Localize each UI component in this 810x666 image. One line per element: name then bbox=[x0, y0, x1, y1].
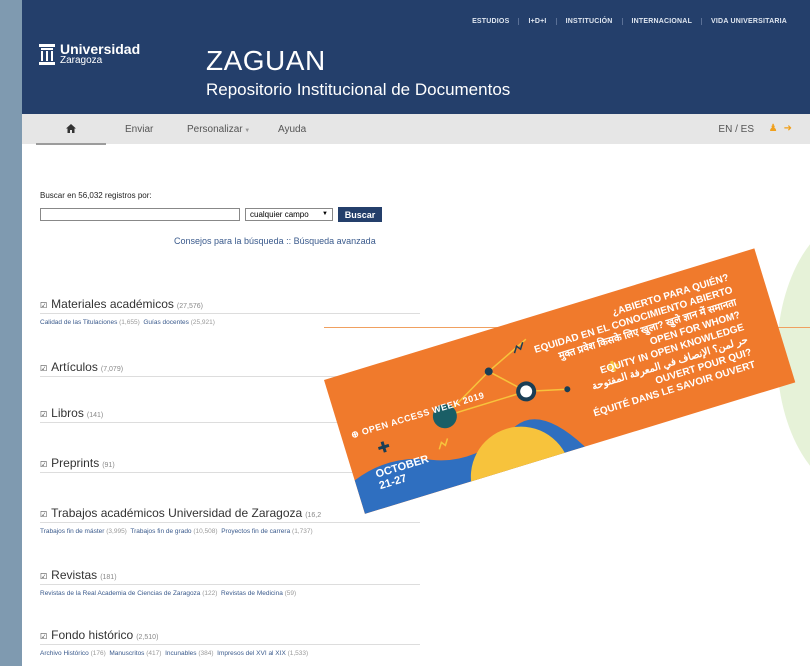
menu-personalize-label: Personalizar bbox=[187, 124, 243, 135]
subcollection-link[interactable]: Incunables bbox=[165, 650, 196, 657]
collection-revistas: ☑ Revistas (181) Revistas de la Real Acade… bbox=[40, 568, 420, 597]
menu-submit[interactable]: Enviar bbox=[125, 124, 153, 135]
topnav-vida-universitaria[interactable]: VIDA UNIVERSITARIA bbox=[701, 18, 796, 25]
site-subtitle: Repositorio Institucional de Documentos bbox=[206, 80, 511, 99]
advanced-search-link[interactable]: Búsqueda avanzada bbox=[294, 236, 376, 246]
search-links-separator: :: bbox=[286, 236, 292, 246]
search-input[interactable] bbox=[40, 208, 240, 221]
collection-title[interactable]: Artículos bbox=[51, 360, 98, 374]
subcollection-count: (10,508) bbox=[193, 528, 218, 535]
search-field-select[interactable]: cualquier campo ▼ bbox=[245, 208, 333, 221]
checkbox-icon[interactable]: ☑ bbox=[40, 510, 47, 519]
subcollection-link[interactable]: Calidad de las Titulaciones bbox=[40, 319, 117, 326]
chevron-down-icon: ▼ bbox=[242, 128, 251, 134]
search-tips-link[interactable]: Consejos para la búsqueda bbox=[174, 236, 284, 246]
topnav-institucion[interactable]: INSTITUCIÓN bbox=[555, 18, 622, 25]
logo-name: Universidad bbox=[60, 41, 141, 57]
subcollection-link[interactable]: Trabajos fin de grado bbox=[130, 528, 191, 535]
subcollection-count: (1,737) bbox=[292, 528, 313, 535]
home-icon bbox=[66, 124, 76, 133]
menu-help[interactable]: Ayuda bbox=[278, 124, 306, 135]
subcollection-link[interactable]: Proyectos fin de carrera bbox=[221, 528, 290, 535]
subcollection-count: (59) bbox=[284, 590, 297, 597]
university-logo[interactable]: Universidad Zaragoza bbox=[39, 41, 141, 66]
site-title[interactable]: ZAGUAN bbox=[206, 45, 326, 77]
collection-fondo-historico: ☑ Fondo histórico (2,510) Archivo Históric… bbox=[40, 628, 420, 657]
subcollection-link[interactable]: Archivo Histórico bbox=[40, 650, 89, 657]
login-icon[interactable]: ➜ bbox=[784, 123, 792, 134]
home-tab[interactable] bbox=[36, 114, 106, 145]
subcollection-count: (417) bbox=[146, 650, 162, 657]
subcollection-count: (176) bbox=[90, 650, 106, 657]
collection-count: (2,510) bbox=[136, 634, 159, 641]
checkbox-icon[interactable]: ☑ bbox=[40, 460, 47, 469]
subcollection-link[interactable]: Manuscritos bbox=[109, 650, 144, 657]
site-header: ESTUDIOS I+D+I INSTITUCIÓN INTERNACIONAL… bbox=[22, 0, 810, 114]
collection-count: (181) bbox=[100, 574, 117, 581]
subcollection-link[interactable]: Revistas de Medicina bbox=[221, 590, 283, 597]
subcollection-link[interactable]: Revistas de la Real Academia de Ciencias… bbox=[40, 590, 200, 597]
collection-title[interactable]: Libros bbox=[51, 406, 84, 420]
collection-count: (27,576) bbox=[176, 303, 203, 310]
user-icon[interactable]: ♟ bbox=[769, 123, 778, 134]
collection-count: (141) bbox=[86, 412, 104, 419]
subcollection-count: (1,533) bbox=[287, 650, 309, 657]
collection-title[interactable]: Fondo histórico bbox=[51, 628, 133, 642]
collection-materiales: ☑ Materiales académicos (27,576) Calidad d… bbox=[40, 297, 420, 326]
collection-count: (16,2 bbox=[305, 512, 322, 519]
subcollection-link[interactable]: Guías docentes bbox=[143, 319, 189, 326]
search-field-value: cualquier campo bbox=[250, 210, 309, 219]
subcollection-count: (122) bbox=[202, 590, 218, 597]
subcollection-count: (25,921) bbox=[190, 319, 215, 326]
top-nav: ESTUDIOS I+D+I INSTITUCIÓN INTERNACIONAL… bbox=[463, 18, 796, 25]
menu-personalize[interactable]: Personalizar ▼ bbox=[187, 124, 250, 135]
checkbox-icon[interactable]: ☑ bbox=[40, 364, 47, 373]
subcollection-count: (384) bbox=[198, 650, 214, 657]
subcollection-count: (1,655) bbox=[119, 319, 140, 326]
collection-count: (7,079) bbox=[100, 366, 124, 373]
checkbox-icon[interactable]: ☑ bbox=[40, 572, 47, 581]
search-links: Consejos para la búsqueda :: Búsqueda av… bbox=[174, 236, 376, 246]
user-icons: ♟ ➜ bbox=[769, 123, 792, 134]
page: ESTUDIOS I+D+I INSTITUCIÓN INTERNACIONAL… bbox=[22, 0, 810, 666]
search-label: Buscar en 56,032 registros por: bbox=[40, 191, 152, 200]
subcollection-link[interactable]: Trabajos fin de máster bbox=[40, 528, 104, 535]
topnav-idi[interactable]: I+D+I bbox=[518, 18, 555, 25]
search-button[interactable]: Buscar bbox=[338, 207, 382, 222]
checkbox-icon[interactable]: ☑ bbox=[40, 410, 47, 419]
chevron-down-icon: ▼ bbox=[322, 211, 328, 217]
collection-title[interactable]: Materiales académicos bbox=[51, 297, 174, 311]
collection-title[interactable]: Trabajos académicos Universidad de Zarag… bbox=[51, 506, 302, 520]
topnav-estudios[interactable]: ESTUDIOS bbox=[463, 18, 518, 25]
topnav-internacional[interactable]: INTERNACIONAL bbox=[621, 18, 702, 25]
collection-count: (91) bbox=[102, 462, 115, 469]
collection-title[interactable]: Revistas bbox=[51, 568, 97, 582]
open-access-week-banner[interactable]: ⊕ OPEN ACCESS WEEK 2019 OCTOBER 21-27 ¿A… bbox=[324, 248, 796, 514]
collection-title[interactable]: Preprints bbox=[51, 456, 99, 470]
checkbox-icon[interactable]: ☑ bbox=[40, 632, 47, 641]
university-crest-icon bbox=[39, 44, 55, 65]
checkbox-icon[interactable]: ☑ bbox=[40, 301, 47, 310]
language-switch[interactable]: EN / ES bbox=[718, 124, 754, 135]
subcollection-link[interactable]: Impresos del XVI al XIX bbox=[217, 650, 286, 657]
menu-bar: Enviar Personalizar ▼ Ayuda EN / ES ♟ ➜ bbox=[22, 114, 810, 145]
subcollection-count: (3,995) bbox=[106, 528, 127, 535]
